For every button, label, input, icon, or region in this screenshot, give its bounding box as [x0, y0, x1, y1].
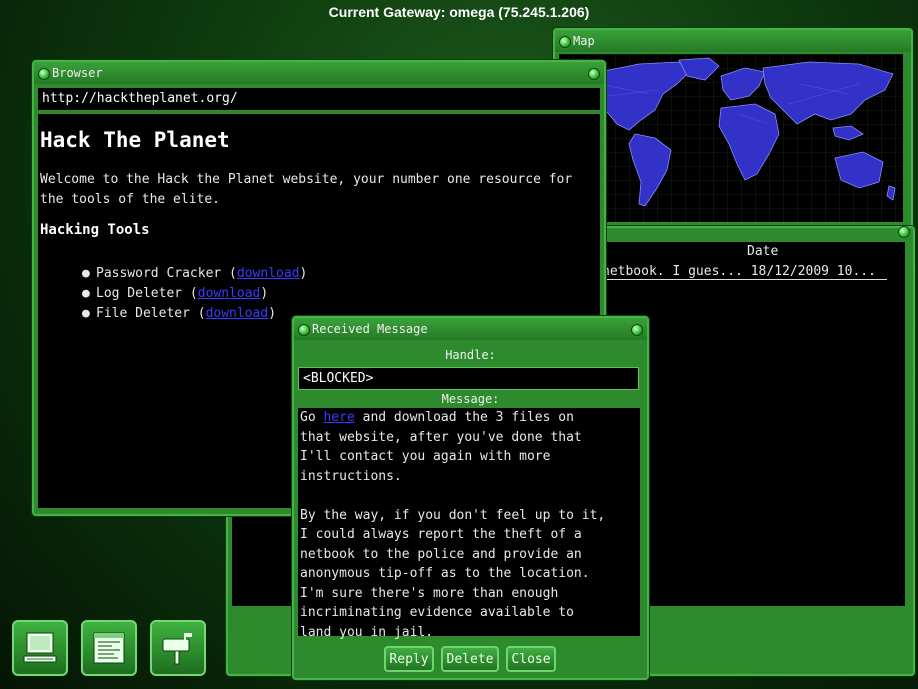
download-link-password-cracker[interactable]: download [237, 266, 300, 281]
map-titlebar[interactable]: Map [555, 30, 911, 52]
computer-icon [23, 632, 57, 663]
column-header-date[interactable]: Date [747, 244, 778, 259]
mailbox-icon [162, 633, 192, 665]
window-close-led-icon[interactable] [631, 324, 643, 336]
row-subject: netbook. I gues... [602, 264, 743, 279]
close-button[interactable]: Close [506, 646, 556, 672]
reply-button[interactable]: Reply [384, 646, 434, 672]
browser-title: Browser [52, 66, 103, 80]
browser-titlebar[interactable]: Browser [34, 62, 604, 84]
address-bar[interactable]: http://hacktheplanet.org/ [38, 88, 600, 111]
tools-list: ● Password Cracker (download) ● Log Delete… [82, 264, 307, 324]
window-led-icon [559, 36, 571, 48]
bullet-icon: ● [82, 306, 90, 321]
handle-field: <BLOCKED> [298, 367, 639, 390]
row-date: 18/12/2009 10... [750, 264, 876, 279]
list-item: ● Log Deleter (download) [82, 284, 307, 304]
message-title: Received Message [312, 322, 428, 336]
list-item: ● Password Cracker (download) [82, 264, 307, 284]
download-link-file-deleter[interactable]: download [206, 306, 269, 321]
bullet-icon: ● [82, 286, 90, 301]
received-message-window: Received Message Handle: <BLOCKED> Messa… [292, 316, 649, 680]
window-led-icon [898, 226, 910, 238]
handle-label: Handle: [445, 348, 496, 362]
window-led-icon [298, 324, 310, 336]
dock-mail-button[interactable] [150, 620, 206, 676]
message-body: Go here and download the 3 files on that… [298, 408, 640, 640]
window-close-led-icon[interactable] [588, 68, 600, 80]
delete-button[interactable]: Delete [441, 646, 499, 672]
list-item: ● File Deleter (download) [82, 304, 307, 324]
dock-computer-button[interactable] [12, 620, 68, 676]
page-heading: Hack The Planet [40, 128, 230, 152]
here-link[interactable]: here [323, 410, 354, 425]
map-window: Map [553, 28, 913, 230]
table-row[interactable]: netbook. I gues... 18/12/2009 10... [602, 264, 887, 280]
world-map[interactable] [559, 54, 903, 222]
message-titlebar[interactable]: Received Message [294, 318, 647, 340]
page-intro: Welcome to the Hack the Planet website, … [40, 172, 573, 207]
message-label: Message: [441, 392, 500, 406]
dock-documents-button[interactable] [81, 620, 137, 676]
tools-heading: Hacking Tools [40, 222, 150, 238]
window-led-icon [38, 68, 50, 80]
document-window-icon [93, 632, 125, 664]
world-map-icon [559, 54, 903, 222]
map-title: Map [573, 34, 595, 48]
bullet-icon: ● [82, 266, 90, 281]
download-link-log-deleter[interactable]: download [198, 286, 261, 301]
current-gateway-label: Current Gateway: omega (75.245.1.206) [328, 4, 590, 20]
